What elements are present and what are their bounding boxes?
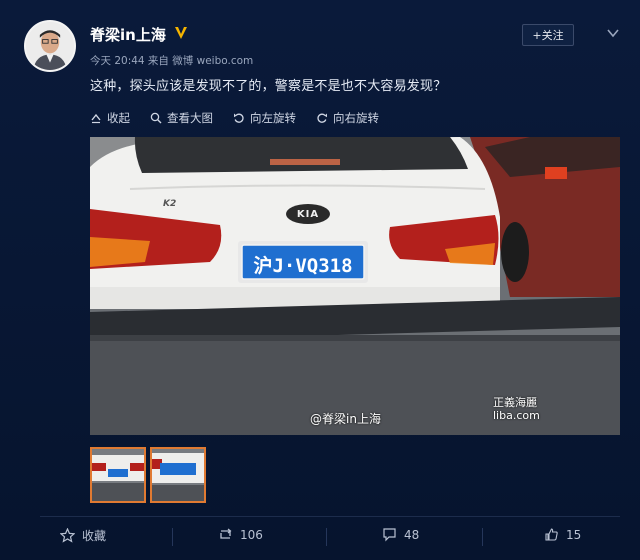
photo-watermark-site: 正義海麗 liba.com [493,396,540,422]
like-button[interactable]: 15 [544,527,581,542]
comment-button[interactable]: 48 [382,527,419,542]
rotate-left-label: 向左旋转 [250,111,296,125]
post-text: 这种，探头应该是发现不了的，警察是不是也不大容易发现？ [90,79,447,94]
brand-logo-text: KIA [296,208,320,220]
post-meta: 今天 20:44 来自 微博 weibo.com [90,55,254,67]
favorite-label: 收藏 [82,529,107,543]
more-chevron-icon[interactable] [604,24,622,42]
car-model-badge: K2 [163,199,177,209]
thumbnail-2[interactable] [150,447,206,503]
collapse-button[interactable]: 收起 [90,110,130,126]
brand-logo: KIA [286,204,330,224]
repost-count: 106 [240,527,263,542]
thumbnail-1[interactable] [90,447,146,503]
verified-badge-icon [175,27,187,39]
collapse-label: 收起 [107,111,130,125]
thumbs-up-icon [545,528,558,541]
action-separator [172,528,173,546]
user-avatar[interactable] [24,20,76,72]
zoom-icon [150,112,162,124]
media-toolbar: 收起 查看大图 向左旋转 向右旋转 [90,110,379,126]
favorite-button[interactable]: 收藏 [60,527,106,544]
repost-button[interactable]: 106 [218,527,263,542]
comment-icon [383,528,396,542]
repost-icon [220,528,232,539]
action-separator [326,528,327,546]
rotate-right-label: 向右旋转 [333,111,379,125]
photo-watermark-user: @脊梁in上海 [310,412,381,426]
license-plate-text: 沪J·VQ318 [253,255,353,277]
follow-button[interactable]: +关注 [522,24,574,46]
view-large-button[interactable]: 查看大图 [150,110,213,126]
action-separator [482,528,483,546]
rotate-right-button[interactable]: 向右旋转 [316,110,379,126]
star-icon [60,528,75,543]
comment-count: 48 [404,527,420,542]
rotate-right-icon [317,113,327,123]
post-photo[interactable] [90,137,620,435]
username[interactable]: 脊梁in上海 [90,24,166,45]
action-bar-divider [40,516,620,517]
like-count: 15 [566,527,582,542]
rotate-left-icon [234,113,244,123]
view-large-label: 查看大图 [167,111,213,125]
rotate-left-button[interactable]: 向左旋转 [233,110,296,126]
watermark-site-line2: liba.com [493,409,540,422]
collapse-icon [91,113,101,124]
watermark-site-line1: 正義海麗 [493,396,537,409]
